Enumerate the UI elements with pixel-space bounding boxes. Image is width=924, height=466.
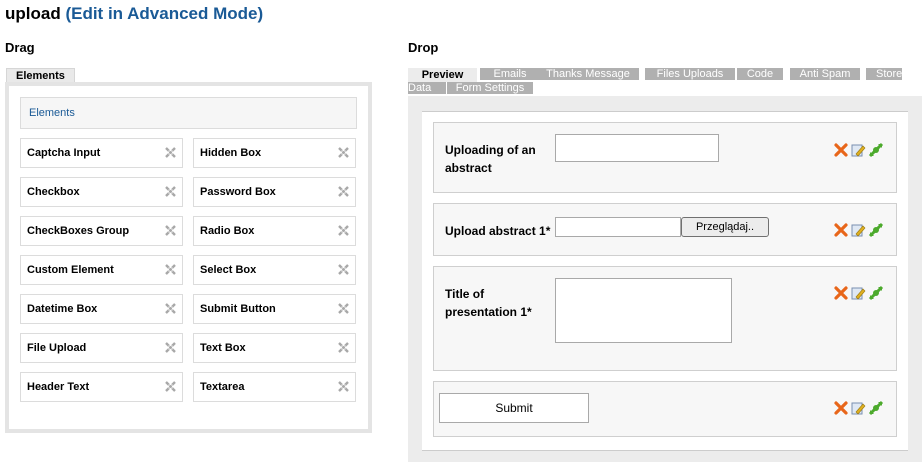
textarea-input[interactable] — [555, 278, 732, 343]
move-icon[interactable] — [165, 147, 176, 158]
edit-icon[interactable] — [850, 285, 866, 301]
field-label-line: Title of — [445, 287, 485, 301]
element-item-label: Hidden Box — [200, 147, 262, 159]
field-label-line: Uploading of an — [445, 143, 536, 157]
page-title: upload (Edit in Advanced Mode) — [5, 4, 263, 24]
field-actions — [833, 222, 885, 240]
elements-header: Elements — [20, 97, 357, 129]
text-input[interactable] — [555, 134, 719, 162]
element-item[interactable]: Checkbox — [20, 177, 183, 207]
element-item-label: CheckBoxes Group — [27, 225, 130, 237]
move-icon[interactable] — [868, 285, 884, 301]
element-item-label: Datetime Box — [27, 303, 98, 315]
delete-icon[interactable] — [833, 222, 849, 238]
move-icon[interactable] — [338, 303, 349, 314]
move-icon[interactable] — [165, 303, 176, 314]
element-item[interactable]: Password Box — [193, 177, 356, 207]
element-item-label: File Upload — [27, 342, 87, 354]
element-item[interactable]: Textarea — [193, 372, 356, 402]
element-item[interactable]: Hidden Box — [193, 138, 356, 168]
element-item[interactable]: Header Text — [20, 372, 183, 402]
move-icon[interactable] — [165, 225, 176, 236]
element-item-label: Radio Box — [200, 225, 255, 237]
tab-store[interactable]: Store — [866, 68, 902, 80]
delete-icon[interactable] — [833, 285, 849, 301]
element-item[interactable]: Select Box — [193, 255, 356, 285]
field-label: Title of presentation 1* — [445, 285, 532, 321]
element-item-label: Select Box — [200, 264, 257, 276]
element-item[interactable]: Radio Box — [193, 216, 356, 246]
edit-icon[interactable] — [850, 222, 866, 238]
element-item-label: Text Box — [200, 342, 246, 354]
tab-anti-spam[interactable]: Anti Spam — [790, 68, 860, 80]
form-name: upload — [5, 4, 61, 23]
field-label-line: abstract — [445, 161, 492, 175]
element-item[interactable]: Captcha Input — [20, 138, 183, 168]
tab-emails[interactable]: Emails — [480, 68, 540, 80]
move-icon[interactable] — [338, 264, 349, 275]
element-item-label: Textarea — [200, 381, 245, 393]
element-item-label: Checkbox — [27, 186, 80, 198]
element-item[interactable]: Text Box — [193, 333, 356, 363]
field-label: Uploading of an abstract — [445, 141, 536, 177]
delete-icon[interactable] — [833, 400, 849, 416]
field-actions — [833, 400, 885, 418]
element-item[interactable]: Custom Element — [20, 255, 183, 285]
move-icon[interactable] — [165, 381, 176, 392]
move-icon[interactable] — [165, 342, 176, 353]
tab-code[interactable]: Code — [737, 68, 783, 80]
drag-heading: Drag — [5, 40, 35, 55]
advanced-mode-link[interactable]: (Edit in Advanced Mode) — [65, 4, 263, 23]
field-actions — [833, 285, 885, 303]
move-icon[interactable] — [868, 400, 884, 416]
file-path-input[interactable] — [555, 217, 681, 237]
tab-preview[interactable]: Preview — [408, 68, 477, 82]
drop-heading: Drop — [408, 40, 439, 55]
move-icon[interactable] — [165, 186, 176, 197]
tab-files-uploads[interactable]: Files Uploads — [645, 68, 735, 80]
drop-tabs: Preview Emails Thanks Message Files Uplo… — [408, 68, 904, 96]
tab-store-data[interactable]: Data — [408, 82, 446, 94]
tab-form-settings[interactable]: Form Settings — [447, 82, 533, 94]
field-label-line: presentation 1* — [445, 305, 532, 319]
element-item-label: Password Box — [200, 186, 276, 198]
move-icon[interactable] — [338, 186, 349, 197]
element-item[interactable]: Datetime Box — [20, 294, 183, 324]
tab-thanks-message[interactable]: Thanks Message — [537, 68, 639, 80]
edit-icon[interactable] — [850, 400, 866, 416]
element-item-label: Header Text — [27, 381, 90, 393]
field-actions — [833, 142, 885, 160]
tab-elements[interactable]: Elements — [6, 68, 75, 83]
move-icon[interactable] — [868, 222, 884, 238]
move-icon[interactable] — [338, 225, 349, 236]
element-item-label: Submit Button — [200, 303, 276, 315]
element-item-label: Captcha Input — [27, 147, 101, 159]
submit-button[interactable]: Submit — [439, 393, 589, 423]
field-label: Upload abstract 1* — [445, 224, 551, 238]
delete-icon[interactable] — [833, 142, 849, 158]
move-icon[interactable] — [868, 142, 884, 158]
browse-button[interactable]: Przeglądaj.. — [681, 217, 769, 237]
element-item[interactable]: Submit Button — [193, 294, 356, 324]
move-icon[interactable] — [338, 381, 349, 392]
edit-icon[interactable] — [850, 142, 866, 158]
element-item-label: Custom Element — [27, 264, 114, 276]
element-item[interactable]: CheckBoxes Group — [20, 216, 183, 246]
move-icon[interactable] — [338, 342, 349, 353]
move-icon[interactable] — [165, 264, 176, 275]
move-icon[interactable] — [338, 147, 349, 158]
element-item[interactable]: File Upload — [20, 333, 183, 363]
